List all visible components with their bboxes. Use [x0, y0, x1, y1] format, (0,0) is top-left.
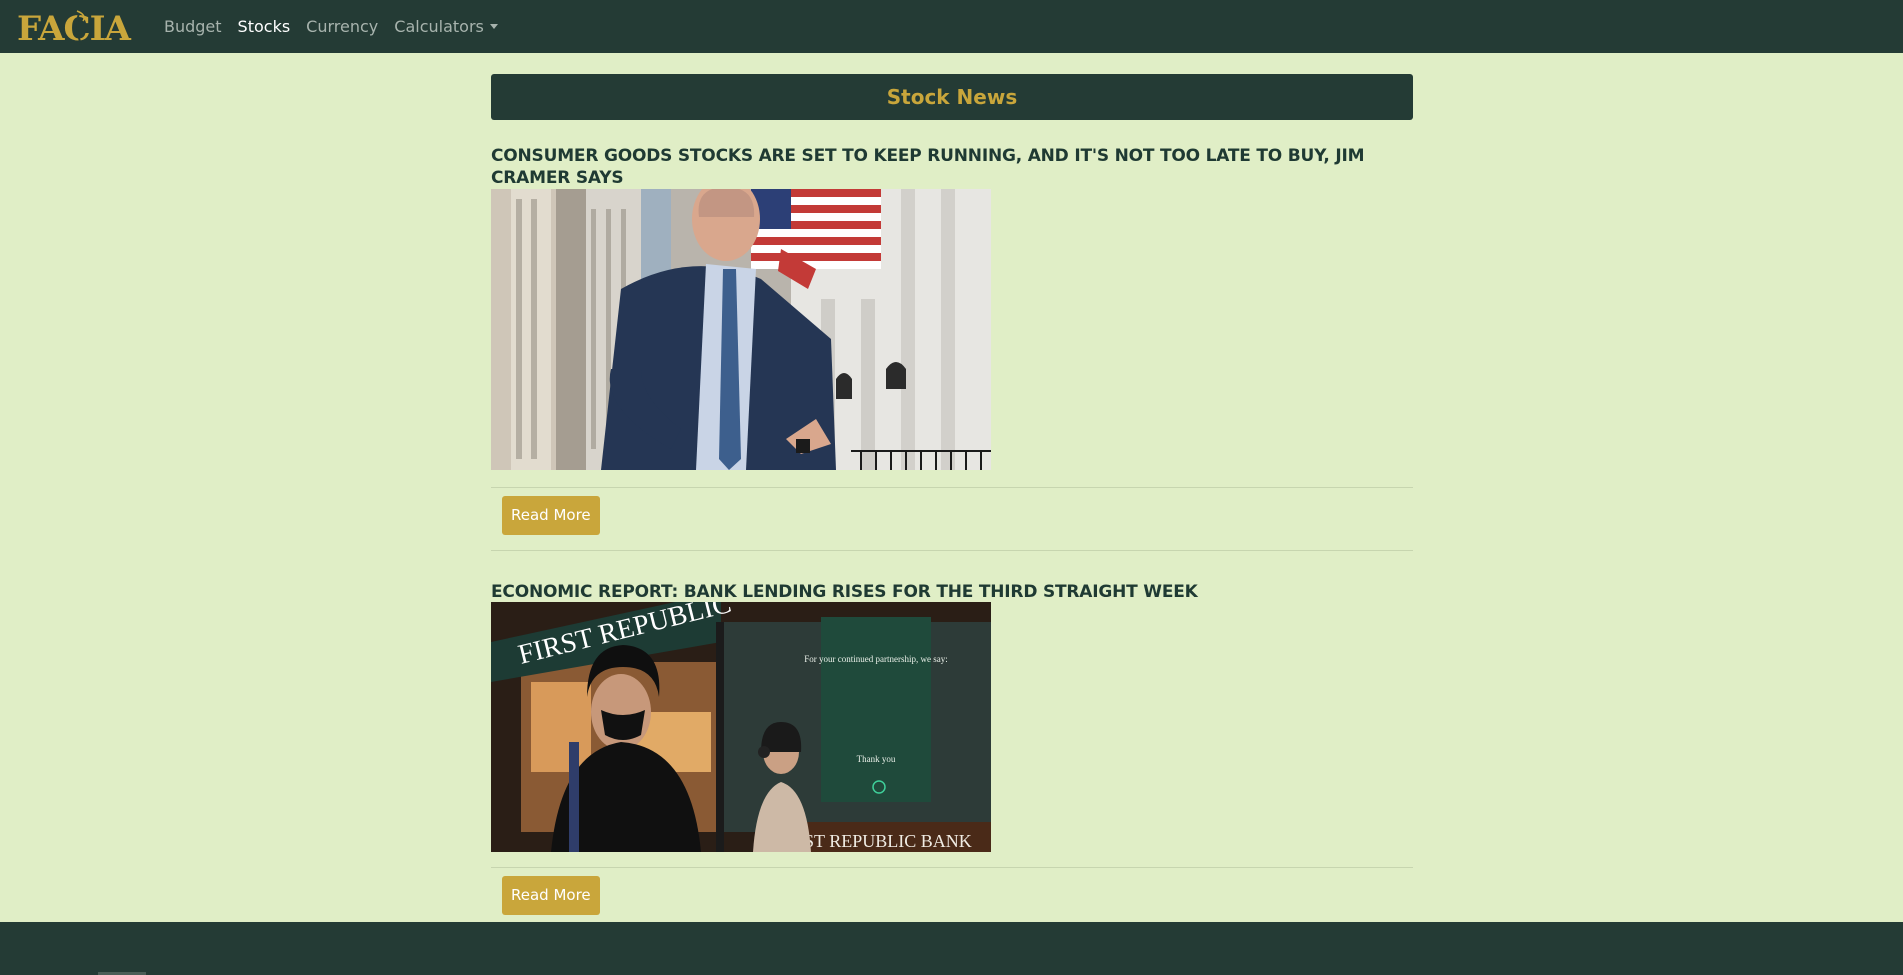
news-article: CONSUMER GOODS STOCKS ARE SET TO KEEP RU…: [491, 145, 1413, 551]
page-title: Stock News: [886, 85, 1018, 109]
facia-logo[interactable]: FACIA: [17, 7, 137, 47]
footer: [0, 922, 1903, 975]
article-title[interactable]: CONSUMER GOODS STOCKS ARE SET TO KEEP RU…: [491, 145, 1413, 189]
nav-link-budget[interactable]: Budget: [164, 17, 222, 36]
divider: [491, 550, 1413, 551]
nav-link-stocks[interactable]: Stocks: [238, 17, 291, 36]
svg-text:For your continued partnership: For your continued partnership, we say:: [804, 654, 947, 664]
top-navbar: FACIA Budget Stocks Currency Calculators: [0, 0, 1903, 53]
read-more-button[interactable]: Read More: [502, 496, 600, 535]
read-more-button[interactable]: Read More: [502, 876, 600, 915]
article-image: [491, 189, 991, 470]
svg-text:Thank you: Thank you: [857, 754, 896, 764]
page-heading-bar: Stock News: [491, 74, 1413, 120]
article-image: FIRST REPUBLIC For your continued partne…: [491, 602, 991, 852]
main-content: Stock News CONSUMER GOODS STOCKS ARE SET…: [491, 74, 1413, 930]
caret-down-icon: [489, 24, 498, 29]
article-title[interactable]: ECONOMIC REPORT: BANK LENDING RISES FOR …: [491, 581, 1413, 603]
news-article: ECONOMIC REPORT: BANK LENDING RISES FOR …: [491, 581, 1413, 930]
nav-link-currency[interactable]: Currency: [306, 17, 378, 36]
nav-dropdown-calculators[interactable]: Calculators: [394, 17, 498, 36]
nav-links: Budget Stocks Currency Calculators: [164, 17, 514, 36]
svg-text:FACIA: FACIA: [17, 9, 131, 47]
